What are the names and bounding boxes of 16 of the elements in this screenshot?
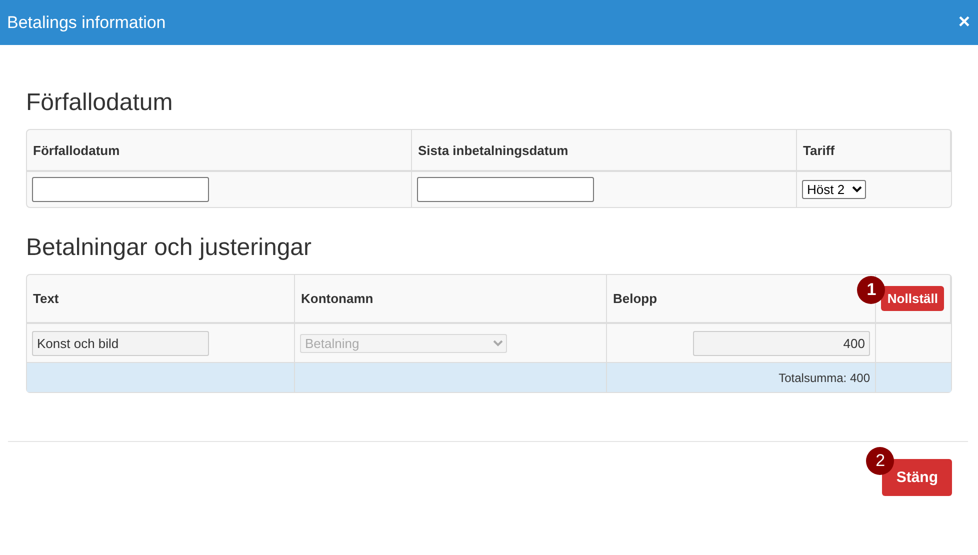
column-header: Förfallodatum <box>27 130 412 172</box>
column-header: Tariff <box>797 130 951 172</box>
section-heading: Förfallodatum <box>26 89 174 117</box>
date-input[interactable] <box>417 177 594 202</box>
column-header: Sista inbetalningsdatum <box>412 130 797 172</box>
step-badge: 2 <box>866 447 894 475</box>
step-badge: 1 <box>857 276 886 304</box>
date-input[interactable] <box>32 177 209 202</box>
column-header: Text <box>27 275 295 324</box>
tariff-select[interactable]: Höst 2 <box>802 180 866 199</box>
window-title: Betalings information <box>7 12 166 32</box>
column-header: Kontonamn <box>295 275 607 324</box>
close-button[interactable]: × <box>958 11 970 34</box>
section-heading: Betalningar och justeringar <box>26 234 313 262</box>
reset-button[interactable]: Nollställ <box>881 286 944 311</box>
total-amount: Totalsumma: 400 <box>778 370 870 384</box>
